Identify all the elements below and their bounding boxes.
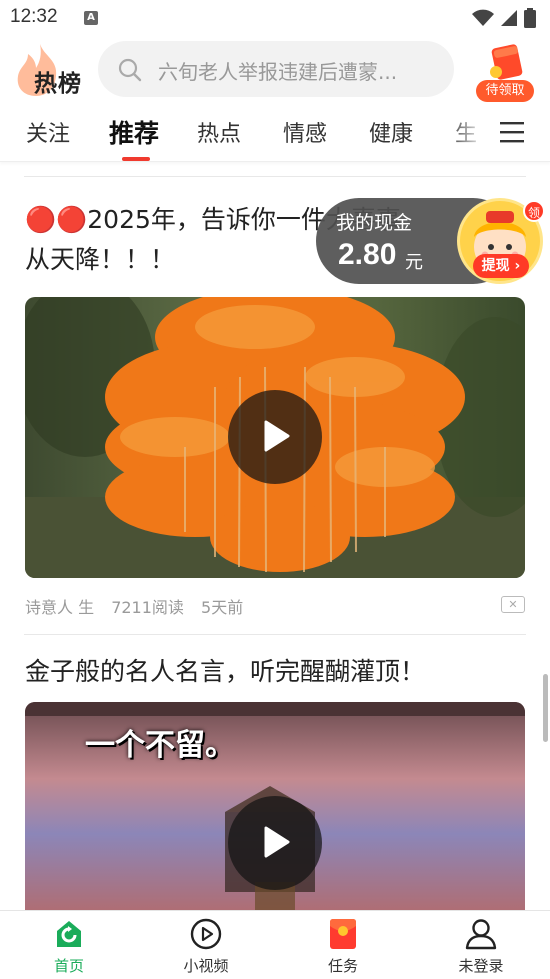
cash-label: 我的现金 — [336, 212, 413, 234]
tab-emotion[interactable]: 情感 — [283, 116, 327, 148]
active-tab-indicator — [122, 157, 150, 161]
nav-label: 小视频 — [183, 957, 229, 975]
channel-tabs: 关注 推荐 热点 情感 健康 生 — [0, 108, 550, 162]
nav-home[interactable]: 首页 — [14, 911, 124, 979]
top-header: 热榜 六旬老人举报违建后遭蒙... 待领取 — [0, 36, 550, 102]
nav-profile[interactable]: 未登录 — [426, 911, 536, 979]
nav-label: 未登录 — [458, 957, 504, 975]
claim-badge[interactable]: 领 — [523, 200, 545, 222]
reward-button[interactable]: 待领取 — [476, 42, 536, 102]
red-envelope-icon — [490, 44, 523, 80]
card-time: 5天前 — [201, 598, 244, 617]
notification-icon: A — [84, 11, 98, 25]
tab-hot[interactable]: 热点 — [197, 116, 241, 148]
nav-label: 首页 — [53, 957, 84, 975]
user-icon — [465, 919, 497, 950]
red-envelope-icon — [330, 919, 356, 949]
play-button[interactable] — [228, 796, 322, 890]
app-logo[interactable]: 热榜 — [14, 42, 86, 98]
wifi-icon — [472, 9, 494, 26]
cash-value: 2.80 — [338, 238, 397, 271]
search-icon — [118, 58, 142, 82]
logo-text: 热榜 — [34, 71, 82, 97]
divider — [24, 176, 526, 177]
tab-follow[interactable]: 关注 — [26, 116, 70, 148]
reward-label: 待领取 — [476, 80, 534, 102]
scrollbar-thumb[interactable] — [543, 674, 548, 742]
status-bar: 12:32 A — [0, 0, 550, 36]
search-placeholder: 六旬老人举报违建后遭蒙... — [158, 60, 398, 84]
play-button[interactable] — [228, 390, 322, 484]
video-thumbnail[interactable] — [25, 297, 525, 578]
tab-health[interactable]: 健康 — [369, 116, 413, 148]
video-caption: 一个不留。 — [85, 728, 235, 763]
battery-icon — [524, 8, 536, 28]
play-icon — [264, 420, 290, 452]
bottom-nav: 首页 小视频 任务 未登录 — [0, 910, 550, 979]
status-icons — [472, 8, 536, 28]
card-meta: 诗意人 生 7211阅读 5天前 — [25, 594, 255, 618]
tab-fade — [446, 108, 486, 160]
tab-recommend[interactable]: 推荐 — [109, 114, 159, 150]
play-circle-icon — [190, 918, 222, 950]
nav-label: 任务 — [327, 957, 358, 975]
cash-unit: 元 — [405, 252, 423, 273]
cash-widget[interactable]: 我的现金 2.80 元 提现 › 领 — [316, 198, 546, 284]
home-refresh-icon — [57, 921, 81, 947]
card-author[interactable]: 诗意人 生 — [25, 598, 94, 617]
withdraw-button[interactable]: 提现 › — [473, 254, 529, 278]
card-reads: 7211阅读 — [111, 598, 184, 617]
card-title: 金子般的名人名言，听完醒醐灌顶！ — [25, 657, 426, 686]
dismiss-icon[interactable]: ✕ — [501, 596, 525, 613]
nav-short-video[interactable]: 小视频 — [151, 911, 261, 979]
status-time: 12:32 — [10, 6, 58, 27]
signal-icon — [501, 10, 517, 26]
divider — [24, 634, 526, 635]
menu-icon[interactable] — [500, 121, 524, 143]
search-bar[interactable]: 六旬老人举报违建后遭蒙... — [98, 41, 454, 97]
play-icon — [264, 826, 290, 858]
video-thumbnail[interactable]: 一个不留。 — [25, 702, 525, 922]
withdraw-label: 提现 — [481, 258, 510, 274]
nav-tasks[interactable]: 任务 — [288, 911, 398, 979]
